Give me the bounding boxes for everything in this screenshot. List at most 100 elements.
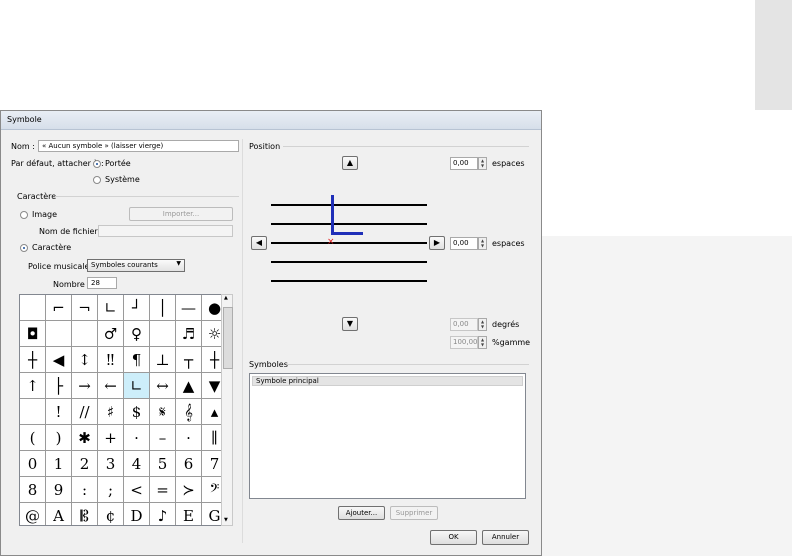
horizontal-offset-value[interactable]: 0,00 [450, 237, 478, 250]
grid-cell[interactable]: – [150, 425, 176, 451]
grid-cell[interactable]: ⊥ [150, 347, 176, 373]
character-grid[interactable]: ⌐ ¬ ∟ ┘ │ — ● ◘ ♂ ♀ ♬ ☼ ┼ ◀ ↕ ‼ ¶ ⊥ ┬ ┼ ↑ ├ → ← ∟ ↔ ▲ ▼!//♯ $ 𝄋 𝄞 ▴() ✱ +… [19, 294, 227, 526]
rotation-spinner[interactable]: 0,00 ▲ ▼ [450, 318, 487, 331]
grid-cell[interactable]: ( [20, 425, 46, 451]
grid-cell[interactable] [72, 321, 98, 347]
list-item[interactable]: Symbole principal [252, 376, 523, 386]
grid-cell[interactable]: ├ [46, 373, 72, 399]
radio-image[interactable] [20, 211, 28, 219]
grid-cell[interactable] [20, 399, 46, 425]
radio-staff[interactable] [93, 160, 101, 168]
grid-cell[interactable]: ♂ [98, 321, 124, 347]
grid-cell[interactable]: ┬ [176, 347, 202, 373]
spin-arrows-icon[interactable]: ▲ ▼ [478, 157, 487, 170]
grid-cell[interactable]: 6 [176, 451, 202, 477]
grid-cell[interactable]: → [72, 373, 98, 399]
grid-cell[interactable]: A [46, 503, 72, 525]
grid-cell[interactable]: ┼ [20, 347, 46, 373]
grid-cell[interactable]: : [72, 477, 98, 503]
grid-cell[interactable]: ↑ [20, 373, 46, 399]
grid-cell[interactable]: — [176, 295, 202, 321]
grid-cell[interactable]: 8 [20, 477, 46, 503]
dialog-titlebar[interactable]: Symbole [1, 111, 541, 130]
grid-cell[interactable]: │ [150, 295, 176, 321]
grid-cell[interactable]: 0 [20, 451, 46, 477]
scale-value[interactable]: 100,00 [450, 336, 478, 349]
grid-cell[interactable]: D [124, 503, 150, 525]
grid-cell[interactable]: 𝄋 [150, 399, 176, 425]
grid-cell[interactable]: ◘ [20, 321, 46, 347]
move-right-button[interactable]: ▶ [429, 236, 445, 250]
symbols-list[interactable]: Symbole principal [249, 373, 526, 499]
grid-cell[interactable]: ♪ [150, 503, 176, 525]
grid-cell[interactable]: + [98, 425, 124, 451]
delete-button[interactable]: Supprimer [390, 506, 438, 520]
grid-cell[interactable]: ; [98, 477, 124, 503]
grid-scrollbar[interactable]: ▲ ▼ [221, 294, 233, 526]
rotation-value[interactable]: 0,00 [450, 318, 478, 331]
move-up-button[interactable]: ▲ [342, 156, 358, 170]
font-select[interactable]: Symboles courants ▼ [87, 259, 185, 272]
import-button[interactable]: Importer... [129, 207, 233, 221]
scroll-down-icon[interactable]: ▼ [224, 517, 228, 523]
grid-cell[interactable]: // [72, 399, 98, 425]
grid-cell[interactable]: = [150, 477, 176, 503]
vertical-offset-spinner[interactable]: 0,00 ▲ ▼ [450, 157, 487, 170]
grid-cell[interactable]: ✱ [72, 425, 98, 451]
grid-cell[interactable]: 9 [46, 477, 72, 503]
number-field[interactable]: 28 [87, 277, 117, 289]
grid-cell[interactable]: 4 [124, 451, 150, 477]
move-left-button[interactable]: ◀ [251, 236, 267, 250]
grid-cell[interactable]: $ [124, 399, 150, 425]
scale-spinner[interactable]: 100,00 ▲ ▼ [450, 336, 487, 349]
grid-cell[interactable]: ∟ [124, 373, 150, 399]
grid-cell[interactable] [20, 295, 46, 321]
vertical-offset-value[interactable]: 0,00 [450, 157, 478, 170]
name-field[interactable]: « Aucun symbole » (laisser vierge) [38, 140, 239, 152]
cancel-button[interactable]: Annuler [482, 530, 529, 545]
grid-cell[interactable]: ) [46, 425, 72, 451]
grid-cell[interactable]: E [176, 503, 202, 525]
grid-cell[interactable]: 3 [98, 451, 124, 477]
grid-cell[interactable]: 𝄞 [176, 399, 202, 425]
grid-cell[interactable]: ¶ [124, 347, 150, 373]
grid-cell[interactable]: · [176, 425, 202, 451]
grid-cell[interactable]: ¢ [98, 503, 124, 525]
horizontal-offset-spinner[interactable]: 0,00 ▲ ▼ [450, 237, 487, 250]
grid-cell[interactable]: ⌐ [46, 295, 72, 321]
grid-cell[interactable]: ≻ [176, 477, 202, 503]
grid-cell[interactable]: ↕ [72, 347, 98, 373]
grid-cell[interactable]: ← [98, 373, 124, 399]
grid-cell[interactable]: 𝄡 [72, 503, 98, 525]
grid-cell[interactable]: ! [46, 399, 72, 425]
ok-button[interactable]: OK [430, 530, 477, 545]
grid-cell[interactable]: ‼ [98, 347, 124, 373]
spin-arrows-icon[interactable]: ▲ ▼ [478, 318, 487, 331]
grid-cell[interactable]: ♯ [98, 399, 124, 425]
grid-cell[interactable]: ┘ [124, 295, 150, 321]
grid-cell[interactable]: ∟ [98, 295, 124, 321]
radio-character[interactable] [20, 244, 28, 252]
grid-cell[interactable]: ↔ [150, 373, 176, 399]
grid-cell[interactable] [46, 321, 72, 347]
grid-cell[interactable]: · [124, 425, 150, 451]
grid-cell[interactable]: ¬ [72, 295, 98, 321]
grid-cell[interactable]: ▲ [176, 373, 202, 399]
scroll-thumb[interactable] [223, 307, 233, 369]
spin-arrows-icon[interactable]: ▲ ▼ [478, 336, 487, 349]
grid-cell[interactable]: 2 [72, 451, 98, 477]
grid-cell[interactable]: < [124, 477, 150, 503]
grid-cell[interactable]: ◀ [46, 347, 72, 373]
grid-cell[interactable]: 1 [46, 451, 72, 477]
spin-arrows-icon[interactable]: ▲ ▼ [478, 237, 487, 250]
filename-field[interactable] [98, 225, 233, 237]
grid-cell[interactable]: ♀ [124, 321, 150, 347]
grid-cell[interactable]: @ [20, 503, 46, 525]
grid-cell[interactable]: ♬ [176, 321, 202, 347]
radio-system[interactable] [93, 176, 101, 184]
scroll-up-icon[interactable]: ▲ [224, 295, 228, 301]
grid-cell[interactable] [150, 321, 176, 347]
move-down-button[interactable]: ▼ [342, 317, 358, 331]
grid-cell[interactable]: 5 [150, 451, 176, 477]
add-button[interactable]: Ajouter... [338, 506, 385, 520]
